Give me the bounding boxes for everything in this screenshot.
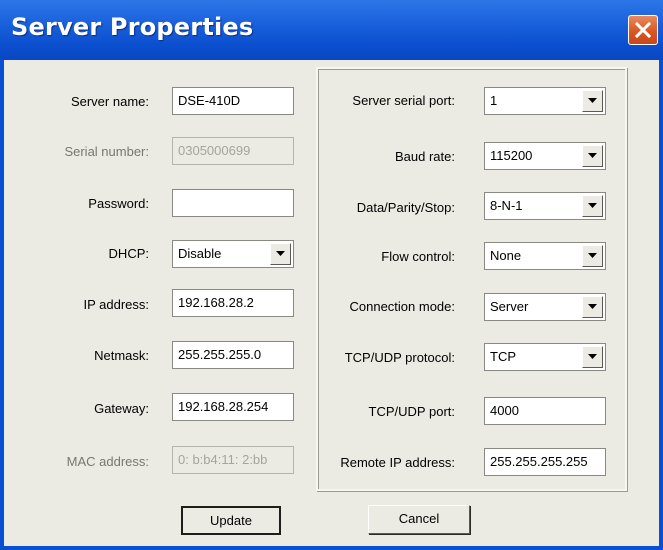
update-button[interactable]: Update (181, 506, 281, 535)
server-name-input[interactable] (172, 87, 294, 115)
data-parity-stop-label: Data/Parity/Stop: (356, 200, 455, 215)
window-frame-left (0, 60, 4, 550)
dialog-title: Server Properties (11, 13, 254, 41)
flow-control-dropdown-button[interactable] (582, 245, 603, 267)
mac-address-label: MAC address: (66, 454, 149, 469)
serial-port-value: 1 (490, 93, 498, 108)
serial-number-input: 0305000699 (172, 137, 294, 165)
gateway-label: Gateway: (94, 401, 149, 416)
connection-mode-select[interactable]: Server (484, 293, 606, 321)
server-properties-dialog: Server Properties Server name: Serial nu… (0, 0, 663, 550)
cancel-button[interactable]: Cancel (368, 505, 470, 534)
ip-address-field[interactable] (178, 290, 293, 315)
title-bar[interactable]: Server Properties (0, 0, 663, 60)
serial-port-label: Server serial port: (352, 93, 455, 108)
chevron-down-icon (588, 253, 597, 258)
serial-port-dropdown-button[interactable] (582, 90, 603, 112)
protocol-dropdown-button[interactable] (582, 346, 603, 368)
port-label: TCP/UDP port: (368, 404, 455, 419)
connection-mode-value: Server (490, 299, 529, 314)
netmask-field[interactable] (178, 342, 293, 367)
data-parity-stop-value: 8-N-1 (490, 198, 523, 213)
chevron-down-icon (276, 251, 285, 256)
connection-mode-dropdown-button[interactable] (582, 296, 603, 318)
chevron-down-icon (588, 304, 597, 309)
chevron-down-icon (588, 354, 597, 359)
chevron-down-icon (588, 98, 597, 103)
dhcp-label: DHCP: (108, 246, 149, 261)
password-input[interactable] (172, 189, 294, 217)
serial-settings-group (316, 67, 627, 491)
protocol-select[interactable]: TCP (484, 343, 606, 371)
baud-rate-label: Baud rate: (395, 149, 455, 164)
dhcp-select[interactable]: Disable (172, 240, 294, 268)
window-frame-bottom (0, 546, 663, 550)
password-field[interactable] (178, 190, 293, 215)
protocol-value: TCP (490, 349, 516, 364)
baud-rate-select[interactable]: 115200 (484, 142, 606, 170)
remote-ip-field[interactable] (490, 449, 605, 474)
ip-address-input[interactable] (172, 289, 294, 317)
port-input[interactable] (484, 397, 606, 425)
close-button[interactable] (628, 15, 658, 45)
connection-mode-label: Connection mode: (349, 299, 455, 314)
baud-rate-dropdown-button[interactable] (582, 145, 603, 167)
remote-ip-input[interactable] (484, 448, 606, 476)
flow-control-label: Flow control: (381, 249, 455, 264)
serial-port-select[interactable]: 1 (484, 87, 606, 115)
chevron-down-icon (588, 153, 597, 158)
data-parity-stop-select[interactable]: 8-N-1 (484, 192, 606, 220)
protocol-label: TCP/UDP protocol: (344, 350, 455, 365)
dhcp-dropdown-button[interactable] (270, 243, 291, 265)
window-frame-right (659, 60, 663, 550)
remote-ip-label: Remote IP address: (340, 455, 455, 470)
mac-address-input: 0: b:b4:11: 2:bb (172, 446, 294, 474)
baud-rate-value: 115200 (490, 148, 533, 163)
flow-control-select[interactable]: None (484, 242, 606, 270)
netmask-input[interactable] (172, 341, 294, 369)
data-parity-stop-dropdown-button[interactable] (582, 195, 603, 217)
password-label: Password: (88, 196, 149, 211)
gateway-field[interactable] (178, 394, 293, 419)
ip-address-label: IP address: (83, 297, 149, 312)
dhcp-value: Disable (178, 246, 222, 261)
gateway-input[interactable] (172, 393, 294, 421)
port-field[interactable] (490, 398, 605, 423)
server-name-field[interactable] (178, 88, 293, 113)
serial-number-label: Serial number: (64, 144, 149, 159)
server-name-label: Server name: (70, 94, 149, 109)
flow-control-value: None (490, 248, 522, 263)
close-icon (634, 21, 652, 39)
chevron-down-icon (588, 203, 597, 208)
netmask-label: Netmask: (94, 348, 149, 363)
